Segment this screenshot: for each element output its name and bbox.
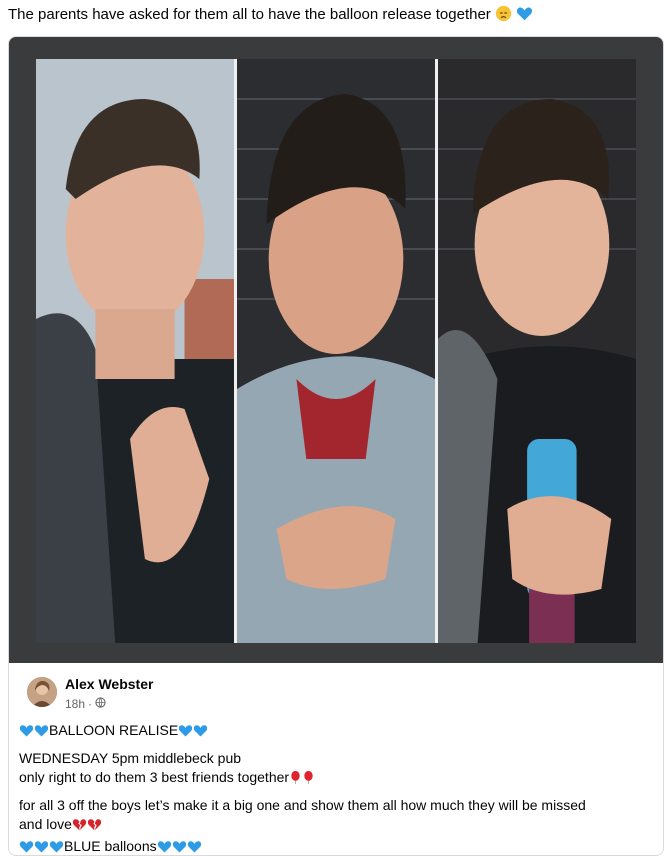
blue-heart-icon (19, 723, 34, 743)
post-line-message: for all 3 off the boys let’s make it a b… (19, 797, 586, 813)
blue-heart-icon (157, 839, 172, 855)
post-caption: The parents have asked for them all to h… (8, 4, 533, 29)
red-balloon-icon (289, 770, 302, 790)
post-line-friends: only right to do them 3 best friends tog… (19, 768, 649, 790)
post-message-lines: for all 3 off the boys let’s make it a b… (19, 796, 649, 855)
post-line-love-text: and love (19, 816, 72, 832)
avatar[interactable] (27, 677, 57, 707)
blue-heart-icon (187, 839, 202, 855)
broken-heart-icon (72, 817, 87, 837)
broken-heart-icon (87, 817, 102, 837)
post-time[interactable]: 18h (65, 697, 85, 711)
post-body: BALLOON REALISE WEDNESDAY 5pm middlebeck… (19, 721, 649, 855)
shared-post-content: Alex Webster 18h · BALLOON REALISE WEDNE… (9, 663, 663, 855)
disappointed-face-icon (495, 5, 512, 29)
post-line-love: and love (19, 815, 649, 837)
shared-post-card[interactable]: Alex Webster 18h · BALLOON REALISE WEDNE… (8, 36, 664, 856)
post-image[interactable] (9, 37, 663, 663)
blue-heart-icon (34, 723, 49, 743)
red-balloon-icon (302, 770, 315, 790)
blue-heart-icon (34, 839, 49, 855)
blue-heart-icon (193, 723, 208, 743)
globe-icon (95, 697, 106, 711)
post-heading-text: BALLOON REALISE (49, 722, 179, 738)
portrait-photo-middle (237, 59, 435, 643)
meta-separator: · (88, 697, 93, 711)
post-line-blue-text: BLUE balloons (64, 838, 157, 854)
post-line-friends-text: only right to do them 3 best friends tog… (19, 769, 290, 785)
portrait-photo-left (36, 59, 234, 643)
author-name[interactable]: Alex Webster (65, 676, 153, 692)
blue-heart-icon (516, 5, 533, 29)
portrait-photo-right (438, 59, 636, 643)
blue-heart-icon (49, 839, 64, 855)
post-line-time-place: WEDNESDAY 5pm middlebeck pub (19, 750, 242, 766)
post-caption-text: The parents have asked for them all to h… (8, 6, 491, 23)
photo-collage (36, 59, 636, 643)
blue-heart-icon (172, 839, 187, 855)
post-heading-line: BALLOON REALISE (19, 721, 649, 743)
post-event-lines: WEDNESDAY 5pm middlebeck pub only right … (19, 749, 649, 790)
post-meta: 18h · (65, 697, 106, 711)
blue-heart-icon (178, 723, 193, 743)
post-line-blue: BLUE balloons (19, 837, 649, 855)
blue-heart-icon (19, 839, 34, 855)
